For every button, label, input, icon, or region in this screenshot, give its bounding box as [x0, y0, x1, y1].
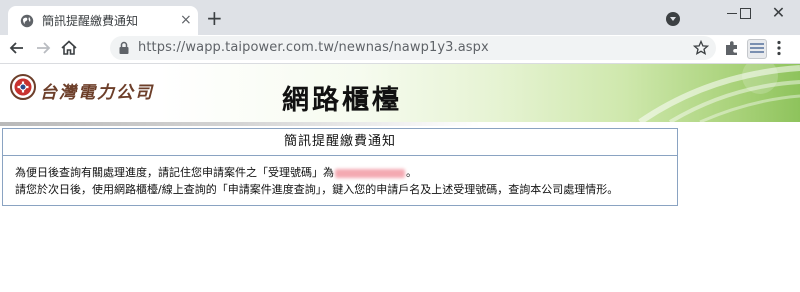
tab-strip: 簡訊提醒繳費通知 × + ✕ — [0, 0, 800, 35]
url-text[interactable]: https://wapp.taipower.com.tw/newnas/nawp… — [138, 40, 489, 55]
page-title: 網路櫃檯 — [282, 85, 402, 116]
address-bar[interactable]: https://wapp.taipower.com.tw/newnas/nawp… — [110, 36, 716, 60]
page-content: 台灣電力公司 網路櫃檯 簡訊提醒繳費通知 為便日後查詢有關處理進度，請記住您申請… — [0, 64, 800, 292]
notice-line-1-text: 為便日後查詢有關處理進度，請記住您申請案件之「受理號碼」為 — [15, 166, 334, 179]
notice-heading: 簡訊提醒繳費通知 — [283, 134, 396, 149]
globe-icon — [20, 14, 34, 28]
profile-dropdown-icon[interactable] — [666, 12, 680, 26]
back-button[interactable] — [6, 37, 28, 59]
lock-icon[interactable] — [118, 41, 130, 55]
plus-icon[interactable]: + — [206, 8, 223, 28]
notice-header-row: 簡訊提醒繳費通知 — [3, 129, 677, 156]
star-icon[interactable] — [692, 39, 710, 57]
company-logo-text: 台灣電力公司 — [40, 83, 154, 103]
home-button[interactable] — [58, 37, 80, 59]
back-arrow-icon — [9, 42, 23, 54]
kebab-menu-icon[interactable] — [776, 40, 782, 56]
close-icon[interactable]: × — [180, 12, 192, 28]
site-banner: 台灣電力公司 網路櫃檯 — [0, 64, 800, 122]
browser-toolbar: https://wapp.taipower.com.tw/newnas/nawp… — [0, 35, 800, 64]
banner-decoration — [638, 64, 800, 122]
home-icon — [61, 40, 77, 55]
window-close-button[interactable]: ✕ — [756, 0, 800, 30]
notice-table: 簡訊提醒繳費通知 為便日後查詢有關處理進度，請記住您申請案件之「受理號碼」為 。 … — [2, 128, 678, 206]
forward-arrow-icon — [37, 42, 51, 54]
redacted-case-number — [335, 168, 405, 178]
extension-avatar-icon[interactable] — [747, 39, 767, 59]
tab-title: 簡訊提醒繳費通知 — [42, 14, 139, 28]
notice-line-1-end: 。 — [406, 166, 417, 179]
taipower-logo-icon — [10, 74, 36, 100]
browser-tab[interactable]: 簡訊提醒繳費通知 × — [8, 6, 198, 35]
banner-divider — [0, 122, 800, 126]
notice-line-2: 請您於次日後，使用網路櫃檯/線上查詢的「申請案件進度查詢」，鍵入您的申請戶名及上… — [15, 183, 619, 196]
puzzle-icon[interactable] — [724, 39, 740, 57]
notice-line-1: 為便日後查詢有關處理進度，請記住您申請案件之「受理號碼」為 。 — [15, 164, 618, 181]
notice-body: 為便日後查詢有關處理進度，請記住您申請案件之「受理號碼」為 。 請您於次日後，使用… — [15, 164, 618, 198]
forward-button[interactable] — [32, 37, 54, 59]
